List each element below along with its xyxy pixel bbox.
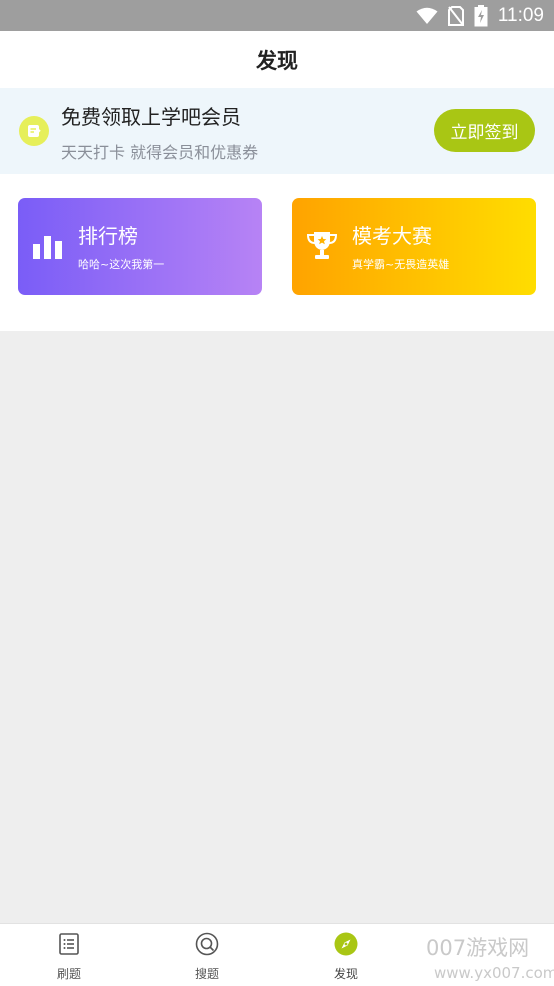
mock-exam-title: 模考大赛 <box>352 224 432 248</box>
leaderboard-card[interactable]: 排行榜 哈哈~这次我第一 <box>18 198 262 295</box>
tab-discover[interactable]: 发现 <box>291 924 401 986</box>
tab-search-questions[interactable]: 搜题 <box>152 924 262 986</box>
tab-practice[interactable]: 刷题 <box>14 924 124 986</box>
tab-label: 搜题 <box>194 967 219 981</box>
compass-icon <box>334 932 358 956</box>
vip-promo-banner: 免费领取上学吧会员 天天打卡 就得会员和优惠券 立即签到 <box>0 88 554 174</box>
trophy-icon <box>306 232 338 259</box>
status-bar: 11:09 <box>0 0 554 31</box>
mock-exam-card[interactable]: 模考大赛 真学霸~无畏造英雄 <box>292 198 536 295</box>
site-watermark: 007游戏网 www.yx007.com <box>426 930 554 986</box>
no-sim-icon <box>447 6 464 26</box>
promo-subtitle: 天天打卡 就得会员和优惠券 <box>61 143 259 162</box>
mock-exam-subtitle: 真学霸~无畏造英雄 <box>352 258 450 271</box>
checkin-icon <box>19 116 49 146</box>
status-time: 11:09 <box>497 5 544 26</box>
page-title: 发现 <box>256 49 298 73</box>
tab-label: 发现 <box>333 967 358 981</box>
wifi-icon <box>416 7 438 24</box>
watermark-name: 007游戏网 <box>426 936 530 960</box>
feature-cards: 排行榜 哈哈~这次我第一 模考大赛 真学霸~无畏造英雄 <box>0 174 554 331</box>
bar-chart-icon <box>33 236 62 259</box>
checkin-button[interactable]: 立即签到 <box>434 109 535 152</box>
battery-charging-icon <box>474 5 488 27</box>
search-icon <box>195 932 219 956</box>
promo-title: 免费领取上学吧会员 <box>61 105 241 129</box>
status-icons: 11:09 <box>416 4 544 28</box>
tab-label: 刷题 <box>56 967 81 981</box>
page-header: 发现 <box>0 31 554 88</box>
watermark-url: www.yx007.com <box>434 964 554 982</box>
leaderboard-title: 排行榜 <box>78 224 138 248</box>
leaderboard-subtitle: 哈哈~这次我第一 <box>78 258 165 271</box>
list-icon <box>59 933 79 955</box>
